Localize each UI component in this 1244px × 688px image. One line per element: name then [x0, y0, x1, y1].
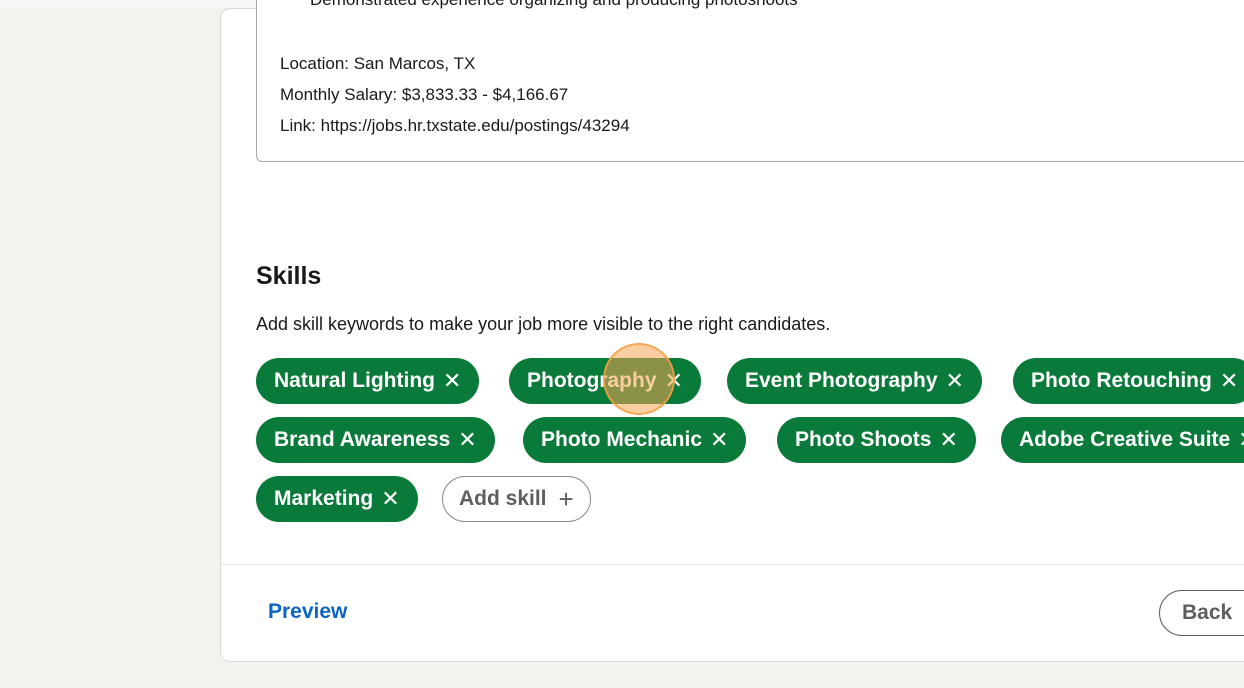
- add-skill-label: Add skill: [459, 487, 547, 510]
- skill-chip-label: Marketing: [274, 487, 374, 510]
- skills-help-text: Add skill keywords to make your job more…: [256, 314, 831, 334]
- back-button[interactable]: Back: [1159, 590, 1244, 636]
- footer-divider: [221, 564, 1244, 565]
- skill-chip-photo-mechanic[interactable]: Photo Mechanic ✕: [523, 417, 747, 463]
- description-salary: Monthly Salary: $3,833.33 - $4,166.67: [280, 85, 569, 104]
- description-cut-line: Demonstrated experience organizing and p…: [310, 0, 798, 10]
- skill-chip-label: Adobe Creative Suite: [1019, 428, 1231, 451]
- close-icon[interactable]: ✕: [381, 486, 399, 512]
- close-icon[interactable]: ✕: [1238, 427, 1244, 453]
- close-icon[interactable]: ✕: [939, 427, 957, 453]
- close-icon[interactable]: ✕: [946, 368, 964, 394]
- skill-chip-label: Photography: [527, 369, 657, 392]
- skill-chip-label: Photo Mechanic: [541, 428, 703, 451]
- skill-chip-label: Brand Awareness: [274, 428, 451, 451]
- skill-chip-label: Event Photography: [745, 369, 938, 392]
- description-location: Location: San Marcos, TX: [280, 54, 476, 73]
- back-button-label: Back: [1182, 601, 1233, 624]
- description-link: Link: https://jobs.hr.txstate.edu/postin…: [280, 116, 630, 135]
- add-skill-button[interactable]: Add skill +: [442, 476, 591, 522]
- skill-chip-photo-shoots[interactable]: Photo Shoots ✕: [777, 417, 976, 463]
- close-icon[interactable]: ✕: [1220, 368, 1238, 394]
- plus-icon: +: [558, 484, 574, 514]
- job-description-box[interactable]: [256, 0, 1244, 162]
- skill-chip-label: Photo Retouching: [1031, 369, 1212, 392]
- skill-chip-photography[interactable]: Photography ✕: [509, 358, 701, 404]
- skill-chip-label: Photo Shoots: [795, 428, 932, 451]
- skill-chip-label: Natural Lighting: [274, 369, 435, 392]
- skill-chip-photo-retouching[interactable]: Photo Retouching ✕: [1013, 358, 1244, 404]
- close-icon[interactable]: ✕: [665, 368, 683, 394]
- skill-chip-natural-lighting[interactable]: Natural Lighting ✕: [256, 358, 480, 404]
- close-icon[interactable]: ✕: [710, 427, 728, 453]
- skill-chip-marketing[interactable]: Marketing ✕: [256, 476, 418, 522]
- close-icon[interactable]: ✕: [443, 368, 461, 394]
- skill-chip-adobe-creative-suite[interactable]: Adobe Creative Suite ✕: [1001, 417, 1244, 463]
- skills-heading: Skills: [256, 262, 322, 290]
- skill-chip-event-photography[interactable]: Event Photography ✕: [727, 358, 982, 404]
- skill-chip-brand-awareness[interactable]: Brand Awareness ✕: [256, 417, 495, 463]
- preview-link[interactable]: Preview: [268, 600, 347, 624]
- close-icon[interactable]: ✕: [458, 427, 476, 453]
